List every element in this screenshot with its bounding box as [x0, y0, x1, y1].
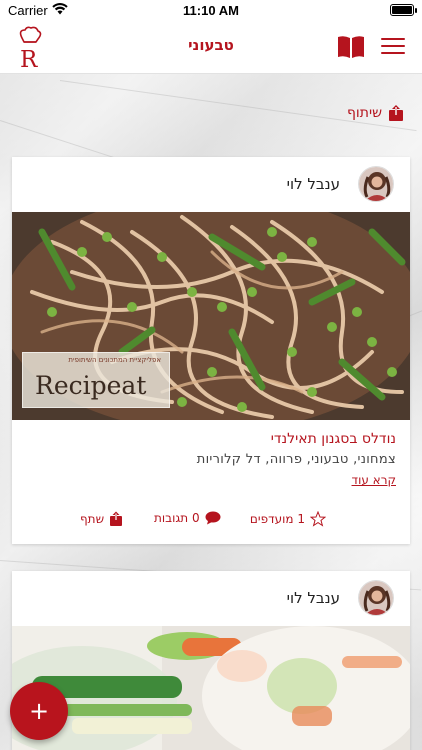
add-icon: + — [28, 697, 50, 725]
nav-bar: R טבעוני — [0, 22, 422, 74]
battery-level — [392, 6, 412, 14]
card-actions: 1 מועדפים 0 תגובות שתף — [12, 509, 410, 531]
star-icon — [310, 511, 326, 527]
share-icon — [110, 511, 123, 526]
comments-button[interactable]: 0 תגובות — [154, 511, 221, 525]
add-recipe-button[interactable]: + — [10, 682, 68, 740]
share-button[interactable]: שתף — [80, 511, 123, 527]
share-bar-button[interactable]: שיתוף — [347, 104, 404, 122]
watermark-tagline: אפליקציית המתכונים השיתופית — [68, 356, 161, 364]
status-time: 11:10 AM — [183, 3, 239, 18]
recipe-photo[interactable] — [12, 626, 410, 750]
recipeat-watermark: אפליקציית המתכונים השיתופית Recipeat — [22, 352, 170, 408]
recipe-tags: צמחוני, טבעוני, פרווה, דל קלוריות — [196, 452, 396, 467]
card-header: ענבל לוי — [12, 571, 410, 626]
read-more-link[interactable]: קרא עוד — [352, 473, 396, 487]
author-name[interactable]: ענבל לוי — [287, 589, 340, 607]
share-label: שתף — [80, 512, 105, 526]
hamburger-menu-icon[interactable] — [381, 38, 405, 56]
share-icon — [389, 105, 403, 121]
watermark-brand: Recipeat — [35, 371, 147, 400]
favorites-label: 1 מועדפים — [249, 512, 305, 526]
book-icon[interactable] — [337, 35, 365, 59]
battery-icon — [390, 4, 417, 16]
avatar[interactable] — [358, 580, 394, 616]
recipe-card[interactable]: ענבל לוי — [12, 571, 410, 750]
avatar[interactable] — [358, 166, 394, 202]
recipe-photo[interactable]: אפליקציית המתכונים השיתופית Recipeat — [12, 212, 410, 420]
share-bar-label: שיתוף — [346, 105, 382, 121]
author-name[interactable]: ענבל לוי — [287, 175, 340, 193]
favorites-button[interactable]: 1 מועדפים — [250, 511, 326, 527]
card-header: ענבל לוי — [12, 157, 410, 212]
recipe-card[interactable]: ענבל לוי — [12, 157, 410, 544]
comments-label: 0 תגובות — [154, 511, 200, 525]
status-bar: Carrier 11:10 AM — [0, 0, 422, 22]
comment-icon — [205, 511, 221, 525]
recipe-title[interactable]: נודלס בסגנון תאילנדי — [271, 431, 396, 447]
